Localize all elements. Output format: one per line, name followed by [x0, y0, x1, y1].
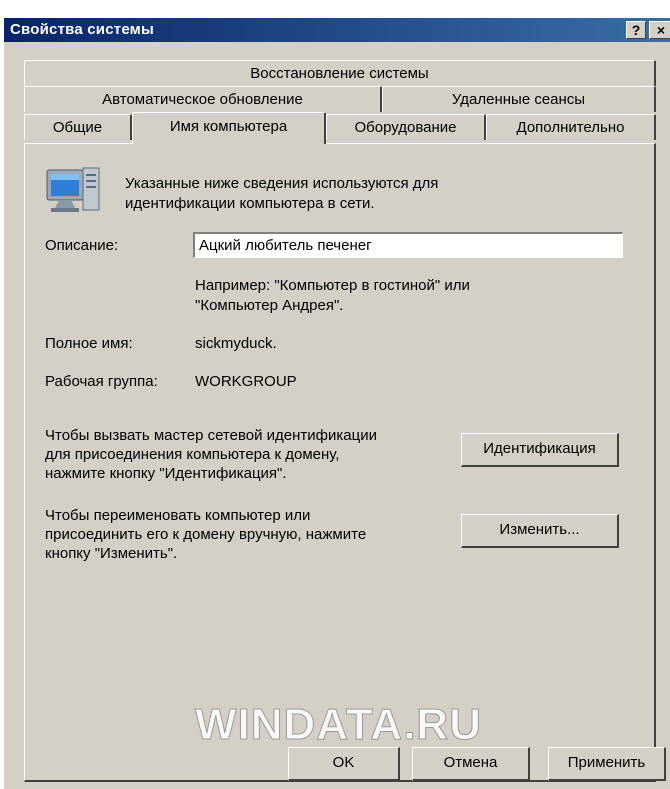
title-bar[interactable]: Свойства системы ? ×	[4, 18, 670, 42]
apply-button[interactable]: Применить	[548, 747, 666, 781]
rename-text-line2: присоединить его к домену вручную, нажми…	[45, 526, 367, 543]
tab-computer-name[interactable]: Имя компьютера	[132, 112, 326, 144]
workgroup-value: WORKGROUP	[195, 373, 297, 390]
watermark-text: WINDATA.RU	[195, 700, 482, 750]
tab-remote-sessions[interactable]: Удаленные сеансы	[382, 86, 656, 112]
tab-system-restore[interactable]: Восстановление системы	[24, 60, 656, 86]
dialog-client-area: Восстановление системы Автоматическое об…	[4, 42, 670, 789]
tab-automatic-updates[interactable]: Автоматическое обновление	[24, 86, 382, 112]
system-properties-window: Свойства системы ? × Восстановление сист…	[0, 0, 670, 789]
computer-icon	[46, 167, 100, 212]
help-button[interactable]: ?	[626, 21, 646, 39]
change-button[interactable]: Изменить...	[461, 514, 619, 548]
full-name-value: sickmyduck.	[195, 335, 277, 352]
rename-text-line1: Чтобы переименовать компьютер или	[45, 507, 311, 524]
intro-text-line1: Указанные ниже сведения используются для	[125, 175, 439, 192]
example-text-line2: "Компьютер Андрея".	[195, 297, 344, 314]
intro-text-line2: идентификации компьютера в сети.	[125, 195, 375, 212]
window-title: Свойства системы	[10, 21, 154, 38]
example-text-line1: Например: "Компьютер в гостиной" или	[195, 277, 470, 294]
workgroup-label: Рабочая группа:	[45, 373, 158, 390]
description-input[interactable]	[193, 232, 623, 258]
full-name-label: Полное имя:	[45, 335, 133, 352]
tab-general[interactable]: Общие	[24, 114, 132, 140]
computer-name-panel: Указанные ниже сведения используются для…	[24, 143, 656, 782]
description-label: Описание:	[45, 237, 119, 254]
close-button[interactable]: ×	[649, 21, 670, 39]
rename-text-line3: кнопку "Изменить".	[45, 545, 178, 562]
cancel-button[interactable]: Отмена	[412, 747, 530, 781]
wizard-text-line2: для присоединения компьютера к домену,	[45, 446, 340, 463]
wizard-text-line3: нажмите кнопку "Идентификация".	[45, 465, 287, 482]
tab-advanced[interactable]: Дополнительно	[486, 114, 656, 140]
wizard-text-line1: Чтобы вызвать мастер сетевой идентификац…	[45, 427, 377, 444]
tab-hardware[interactable]: Оборудование	[326, 114, 486, 140]
ok-button[interactable]: OK	[288, 747, 400, 781]
identification-button[interactable]: Идентификация	[461, 433, 619, 467]
